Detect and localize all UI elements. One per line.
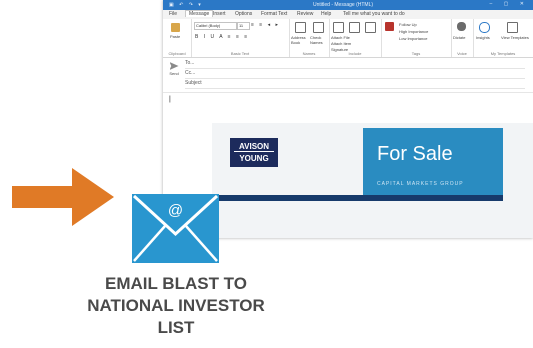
cc-label[interactable]: Cc... (185, 70, 195, 76)
attach-file-icon[interactable] (333, 22, 344, 33)
logo-divider (234, 151, 274, 152)
view-templates-label[interactable]: View Templates (501, 35, 531, 40)
group-label-basic-text: Basic Text (230, 51, 250, 56)
to-label[interactable]: To... (185, 60, 194, 66)
microphone-icon[interactable] (457, 22, 466, 31)
caption-line-3: LIST (157, 318, 195, 337)
address-book-label[interactable]: Address Book (291, 35, 309, 45)
group-label-my-templates: My Templates (490, 51, 516, 56)
group-include: Attach File Attach Item Signature Includ… (329, 19, 382, 57)
check-names-label[interactable]: Check Names (310, 35, 328, 45)
send-button[interactable]: Send (167, 60, 181, 82)
title-bar: ▣ ↶ ↷ ▾ Untitled - Message (HTML) – ▢ ✕ (163, 0, 533, 10)
group-label-names: Names (302, 51, 316, 56)
low-importance-label[interactable]: Low Importance (399, 36, 427, 41)
attach-item-label[interactable]: Attach Item (331, 41, 351, 46)
high-importance-label[interactable]: High Importance (399, 29, 428, 34)
group-label-tags: Tags (411, 51, 421, 56)
ribbon-tabs: File Message Insert Options Format Text … (163, 10, 533, 19)
arrow-right-icon (12, 168, 114, 226)
list-buttons[interactable]: ≡ ≡ ◂ ▸ (251, 22, 280, 28)
to-field[interactable]: To... (185, 60, 525, 69)
tab-review[interactable]: Review (297, 11, 313, 17)
ribbon: Paste Clipboard Calibri (Body) 11 ≡ ≡ ◂ … (163, 19, 533, 58)
follow-up-label[interactable]: Follow Up (399, 22, 417, 27)
group-label-clipboard: Clipboard (168, 51, 186, 56)
attach-item-icon[interactable] (349, 22, 360, 33)
check-names-icon[interactable] (313, 22, 324, 33)
group-my-templates: Insights View Templates My Templates (473, 19, 533, 57)
font-name-box[interactable]: Calibri (Body) (194, 22, 237, 30)
view-templates-icon[interactable] (507, 22, 518, 33)
group-tags: Follow Up High Importance Low Importance… (381, 19, 452, 57)
tell-me-search[interactable]: Tell me what you want to do (343, 11, 405, 17)
insights-label[interactable]: Insights (476, 35, 490, 40)
compose-header: Send To... Cc... Subject (163, 58, 533, 93)
logo-line-2: YOUNG (239, 154, 269, 163)
for-sale-panel: For Sale CAPITAL MARKETS GROUP (363, 128, 503, 200)
group-label-include: Include (348, 51, 362, 56)
send-icon (169, 62, 179, 70)
paste-label[interactable]: Paste (170, 34, 180, 39)
envelope-graphic: @ (132, 194, 219, 262)
at-sign-icon: @ (168, 202, 183, 219)
for-sale-subline: CAPITAL MARKETS GROUP (377, 181, 464, 187)
tab-file[interactable]: File (169, 11, 177, 17)
envelope-at-icon: @ (132, 194, 219, 263)
attach-file-label[interactable]: Attach File (331, 35, 350, 40)
flag-icon[interactable] (385, 22, 394, 31)
property-flyer-image: AVISON YOUNG For Sale CAPITAL MARKETS GR… (212, 123, 533, 238)
email-blast-caption: EMAIL BLAST TO NATIONAL INVESTOR LIST (68, 273, 284, 339)
tab-message[interactable]: Message (185, 10, 214, 17)
flyer-band (212, 195, 503, 201)
font-size-box[interactable]: 11 (237, 22, 250, 30)
tab-help[interactable]: Help (321, 11, 331, 17)
caption-line-1: EMAIL BLAST TO (105, 274, 247, 293)
signature-icon[interactable] (365, 22, 376, 33)
window-controls[interactable]: – ▢ ✕ (490, 1, 529, 7)
group-clipboard: Paste Clipboard (163, 19, 192, 57)
subject-field[interactable]: Subject (185, 80, 525, 89)
envelope-fold-right (185, 225, 218, 262)
arrow-shape (12, 168, 114, 226)
tab-options[interactable]: Options (235, 11, 252, 17)
avison-young-logo: AVISON YOUNG (230, 138, 278, 167)
subject-label: Subject (185, 80, 202, 86)
quick-access-icons[interactable]: ▣ ↶ ↷ ▾ (169, 2, 203, 8)
address-book-icon[interactable] (295, 22, 306, 33)
window-title: Untitled - Message (HTML) (313, 2, 374, 8)
text-cursor: | (169, 96, 171, 103)
group-voice: Dictate Voice (451, 19, 474, 57)
insights-icon[interactable] (479, 22, 490, 33)
tab-format-text[interactable]: Format Text (261, 11, 287, 17)
caption-line-2: NATIONAL INVESTOR (87, 296, 265, 315)
group-basic-text: Calibri (Body) 11 ≡ ≡ ◂ ▸ B I U A ≡ ≡ ≡ … (191, 19, 290, 57)
tab-insert[interactable]: Insert (213, 11, 226, 17)
for-sale-headline: For Sale (377, 143, 453, 165)
dictate-label[interactable]: Dictate (453, 35, 465, 40)
envelope-fold-left (133, 225, 166, 262)
group-label-voice: Voice (457, 51, 467, 56)
send-label: Send (169, 71, 179, 76)
format-buttons[interactable]: B I U A ≡ ≡ ≡ (195, 34, 249, 40)
group-names: Address Book Check Names Names (289, 19, 330, 57)
cc-field[interactable]: Cc... (185, 70, 525, 79)
paste-icon[interactable] (171, 23, 180, 32)
